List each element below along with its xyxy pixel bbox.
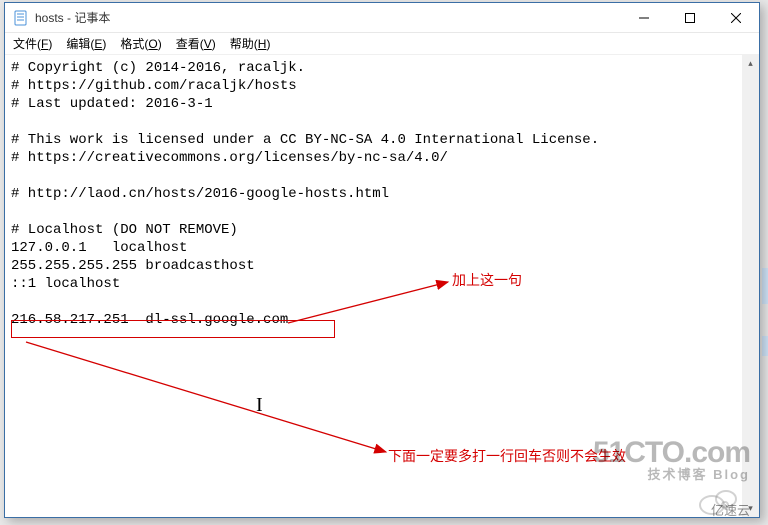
annotation-need-enter: 下面一定要多打一行回车否则不会生效 [388, 446, 626, 466]
menu-help[interactable]: 帮助(H) [230, 35, 271, 52]
scroll-up-icon[interactable]: ▴ [742, 55, 759, 72]
watermark-51cto: 51CTO.com 技术博客 Blog [593, 438, 750, 481]
titlebar[interactable]: hosts - 记事本 [5, 3, 759, 33]
notepad-icon [13, 10, 29, 26]
menubar: 文件(F) 编辑(E) 格式(O) 查看(V) 帮助(H) [5, 33, 759, 55]
menu-format[interactable]: 格式(O) [120, 35, 161, 52]
window-title: hosts - 记事本 [35, 9, 621, 26]
watermark-yisu-text: 亿速云 [711, 500, 750, 519]
text-cursor-icon: I [256, 394, 263, 417]
annotation-add-line: 加上这一句 [452, 270, 522, 290]
minimize-button[interactable] [621, 3, 667, 32]
menu-edit[interactable]: 编辑(E) [66, 35, 106, 52]
maximize-button[interactable] [667, 3, 713, 32]
menu-view[interactable]: 查看(V) [176, 35, 216, 52]
menu-file[interactable]: 文件(F) [13, 35, 52, 52]
close-button[interactable] [713, 3, 759, 32]
